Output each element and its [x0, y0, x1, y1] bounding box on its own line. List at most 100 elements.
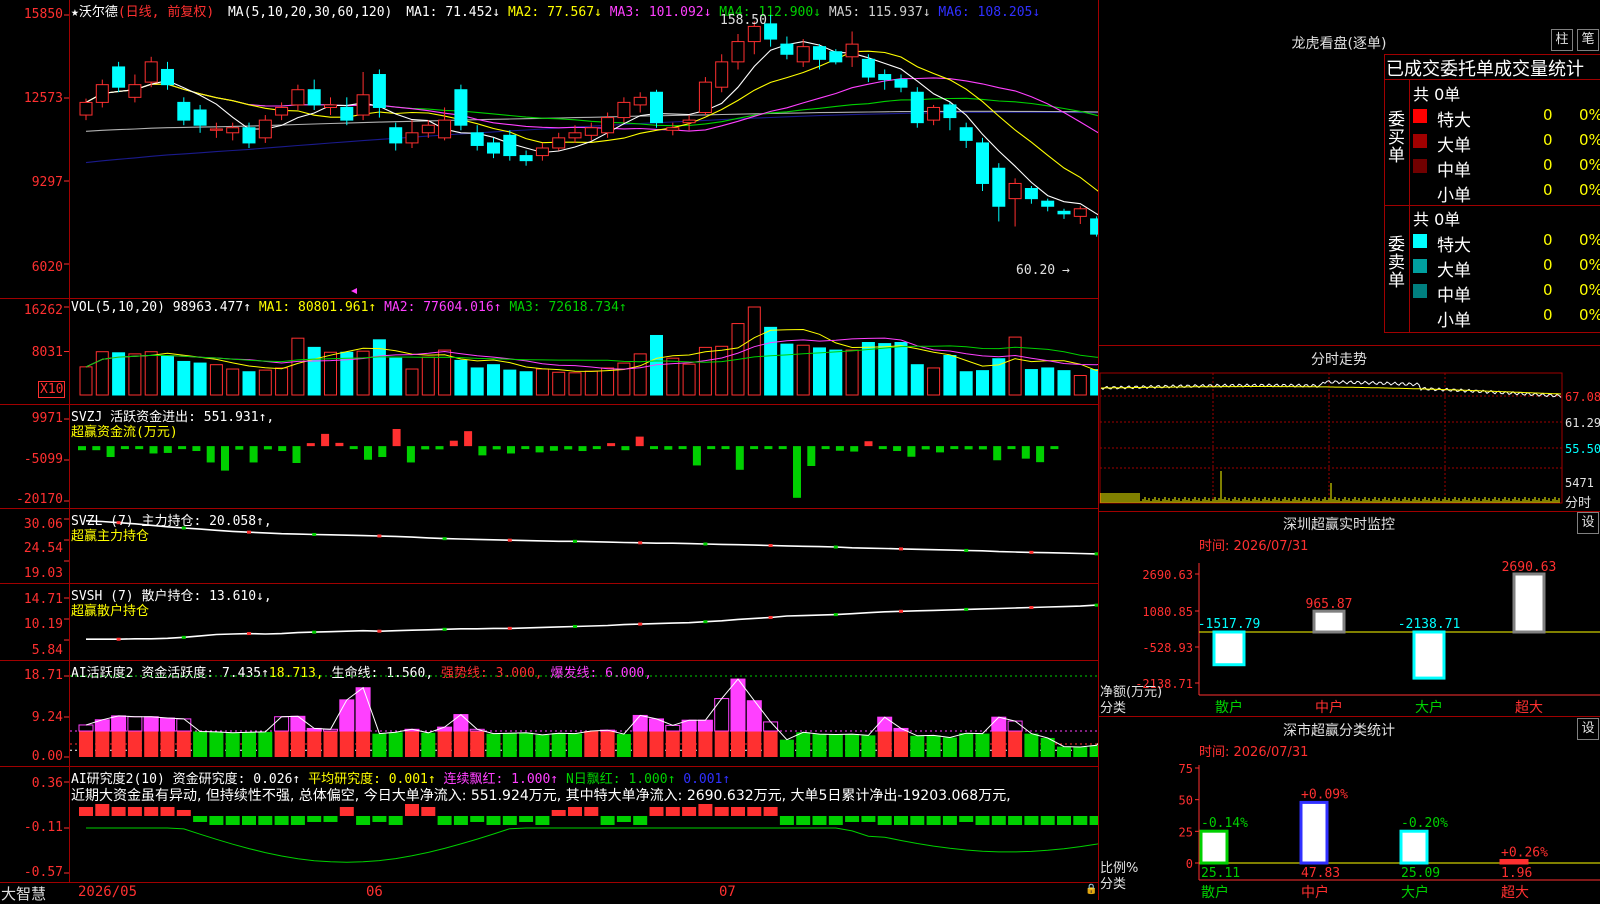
outflow-bar: [163, 446, 172, 453]
research-down-bar: [1057, 815, 1071, 825]
ai-burst-bar: [290, 715, 306, 732]
svzl-dot: [703, 542, 708, 546]
price-pane[interactable]: 15850 12573 9297 6020 ★沃尔德(日线, 前复权) MA(5…: [0, 0, 1098, 298]
monitor-bar-label: 2690.63: [1502, 560, 1557, 575]
outflow-bar: [778, 446, 787, 450]
sell-row[interactable]: 小单 0 0%: [1411, 305, 1600, 331]
svzl-dot: [312, 532, 317, 536]
class-value-label: 1.96: [1501, 866, 1532, 881]
research-down-bar: [242, 815, 256, 825]
order-percent: 0%: [1579, 131, 1600, 149]
research-down-bar: [290, 815, 305, 825]
date-tick-label: 06: [366, 884, 383, 900]
svzl-dot: [507, 538, 512, 542]
volume-pane[interactable]: 16262 8031 X10 VOL(5,10,20) 98963.477↑ M…: [0, 298, 1098, 405]
candle-up: [845, 43, 859, 58]
volume-bar: [698, 346, 712, 396]
capital-flow-chart[interactable]: [0, 405, 1098, 509]
candle-up: [324, 104, 337, 108]
outflow-bar: [278, 446, 287, 452]
class-bar: [1399, 829, 1429, 865]
research-down-bar: [633, 815, 648, 825]
candle-up: [568, 132, 582, 139]
svzl-dot: [573, 539, 577, 543]
ai-strong-bar: [323, 731, 338, 757]
ai-strong-bar: [274, 731, 289, 757]
ai-strong-bar: [176, 731, 191, 757]
monitor-bar-chart[interactable]: 2690.63 1080.85 -528.93 -2138.71 -1517.79 散户 9…: [1099, 535, 1600, 715]
ai-research-pane[interactable]: 0.36 -0.11 -0.57 AI研究度2(10) 资金研究度: 0.026…: [0, 766, 1098, 883]
outflow-bar: [149, 446, 158, 454]
outflow-bar: [921, 446, 930, 450]
svzl-dot: [1029, 550, 1034, 554]
ai-strong-bar: [95, 731, 110, 757]
volume-bar: [291, 337, 305, 396]
research-down-bar: [1024, 815, 1039, 825]
volume-bar: [1041, 367, 1055, 396]
volume-bar: [470, 367, 484, 396]
candle-down: [519, 155, 533, 162]
order-count: 0: [1543, 281, 1553, 299]
sell-row[interactable]: 特大 0 0%: [1411, 230, 1600, 256]
lock-icon[interactable]: 🔒: [1085, 884, 1097, 895]
research-down-bar: [1040, 815, 1055, 825]
ai-burst-bar: [453, 714, 469, 732]
candle-down: [894, 79, 908, 88]
chart-area[interactable]: 15850 12573 9297 6020 ★沃尔德(日线, 前复权) MA(5…: [0, 0, 1098, 903]
buy-row[interactable]: 小单 0 0%: [1411, 180, 1600, 206]
ai-activity-chart[interactable]: [0, 661, 1098, 767]
volume-bar: [503, 369, 517, 396]
svzl-dot: [116, 521, 121, 525]
legend-swatch: [1413, 284, 1427, 298]
inflow-bar: [335, 442, 344, 447]
research-down-bar: [942, 815, 957, 825]
bar-mode-button[interactable]: 柱: [1551, 29, 1573, 51]
intraday-ytick: 61.29: [1565, 416, 1600, 430]
outflow-bar: [835, 446, 844, 451]
candle-up: [291, 89, 305, 106]
buy-row[interactable]: 大单 0 0%: [1411, 130, 1600, 156]
monitor-settings-button[interactable]: 设: [1577, 512, 1599, 534]
tick-mode-button[interactable]: 笔: [1577, 29, 1599, 51]
main-holding-chart[interactable]: [0, 509, 1098, 584]
ai-strong-bar: [79, 731, 93, 757]
candle-down: [780, 43, 794, 55]
candle-down: [1041, 200, 1055, 207]
sell-row[interactable]: 中单 0 0%: [1411, 280, 1600, 306]
sell-row[interactable]: 大单 0 0%: [1411, 255, 1600, 281]
candle-up: [617, 101, 631, 119]
buy-row[interactable]: 特大 0 0%: [1411, 105, 1600, 131]
retail-holding-pane[interactable]: 14.71 10.19 5.84 SVSH (7) 散户持仓: 13.610↓,…: [0, 583, 1098, 661]
volume-bar: [1073, 375, 1087, 396]
svsh-dot: [377, 629, 382, 633]
order-percent: 0%: [1579, 231, 1600, 249]
main-holding-pane[interactable]: 30.06 24.54 19.03 SVZL (7) 主力持仓: 20.058↑…: [0, 508, 1098, 584]
candlestick-chart[interactable]: [0, 0, 1098, 298]
ai-strong-bar: [698, 731, 713, 757]
retail-holding-chart[interactable]: [0, 584, 1098, 661]
intraday-chart[interactable]: [1099, 368, 1600, 528]
outflow-bar: [592, 446, 601, 450]
research-down-bar: [193, 815, 208, 822]
ai-research-chart[interactable]: [0, 767, 1098, 883]
right-panel: 龙虎看盘(逐单) 柱 笔 已成交委托单成交量统计 委买单 委卖单 共 0单 特大 0…: [1098, 0, 1600, 900]
class-bar-chart[interactable]: 75 50 25 0 -0.14% 25.11 散户 +0.09% 47.83 中户 -0.20% 2…: [1099, 740, 1600, 900]
research-up-bar: [568, 806, 582, 816]
monitor-ytick: -528.93: [1142, 641, 1193, 655]
volume-chart[interactable]: [0, 299, 1098, 405]
outflow-bar: [750, 446, 759, 450]
inflow-bar: [449, 440, 458, 447]
outflow-bar: [406, 446, 415, 463]
class-settings-button[interactable]: 设: [1577, 718, 1599, 740]
date-axis[interactable]: 大智慧 2026/05 06 07 🔒: [0, 882, 1098, 903]
research-down-bar: [812, 815, 827, 825]
volume-bar: [161, 355, 174, 396]
buy-row[interactable]: 中单 0 0%: [1411, 155, 1600, 181]
candle-down: [959, 127, 973, 141]
class-stats-title: 深市超赢分类统计: [1283, 723, 1395, 739]
ai-activity-pane[interactable]: 18.71 9.24 0.00 AI活跃度2 资金活跃度: 7.435↑18.7…: [0, 660, 1098, 767]
volume-bar: [258, 369, 272, 396]
svsh-dot: [181, 635, 186, 639]
capital-flow-pane[interactable]: 9971 -5099 -20170 SVZJ 活跃资金进出: 551.931↑,…: [0, 404, 1098, 509]
ai-burst-bar: [1007, 720, 1023, 732]
